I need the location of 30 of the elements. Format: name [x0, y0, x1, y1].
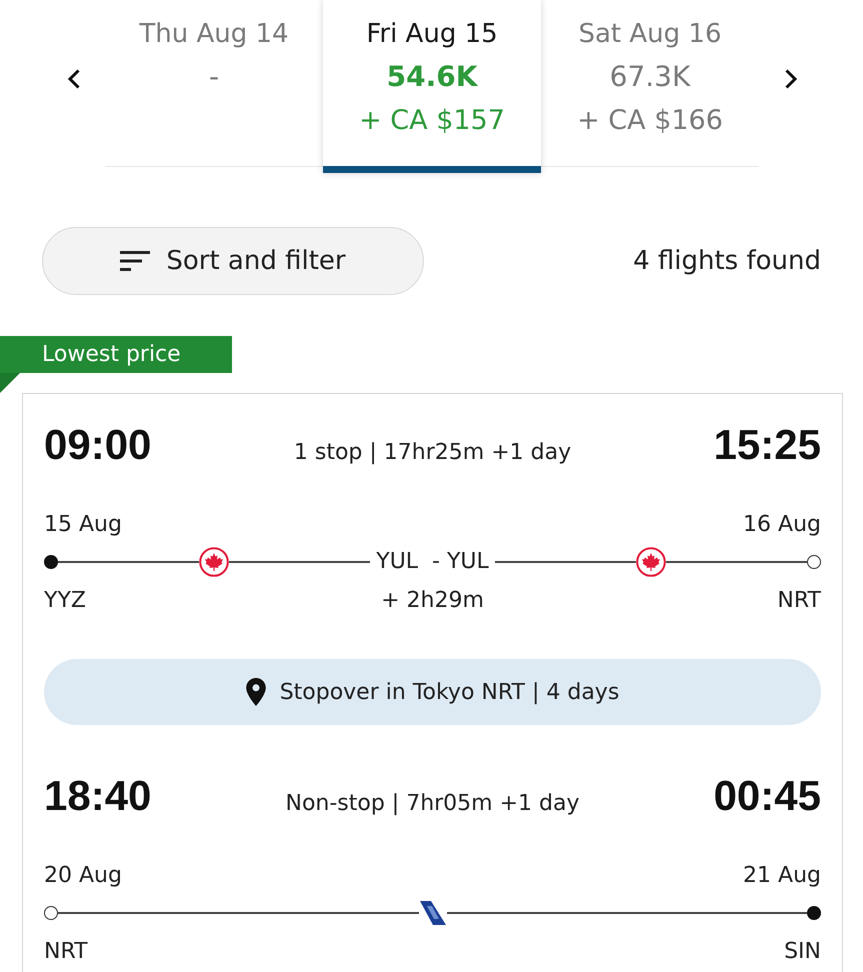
destination-code: SIN — [784, 938, 821, 966]
chevron-left-icon — [68, 69, 80, 89]
sort-icon — [120, 251, 150, 271]
arrival-time: 00:45 — [714, 771, 821, 821]
departure-date: 15 Aug — [44, 511, 122, 539]
origin-code: YYZ — [44, 587, 86, 615]
flight-summary: Non-stop | 7hr05m +1 day — [285, 791, 580, 816]
result-count: 4 flights found — [633, 246, 821, 276]
departure-time: 18:40 — [44, 771, 152, 821]
flight-summary: 1 stop | 17hr25m +1 day — [294, 440, 572, 465]
origin-code: NRT — [44, 938, 88, 966]
departure-date: 20 Aug — [44, 862, 122, 890]
connection-airports: YUL - YUL — [375, 548, 490, 576]
date-tab[interactable]: Fri Aug 15 54.6K + CA $157 — [323, 0, 541, 173]
location-pin-icon — [246, 678, 266, 706]
arrival-date: 16 Aug — [743, 511, 821, 539]
departure-time: 09:00 — [44, 420, 152, 470]
arrival-date: 21 Aug — [743, 862, 821, 890]
destination-code: NRT — [777, 587, 821, 615]
maple-leaf-logo-icon — [199, 547, 230, 577]
chevron-right-icon — [784, 69, 796, 89]
stopover-text: Stopover in Tokyo NRT | 4 days — [280, 680, 620, 704]
lowest-price-ribbon: Lowest price — [0, 336, 232, 373]
date-tab[interactable]: Sat Aug 16 67.3K + CA $166 — [541, 0, 759, 167]
arrival-time: 15:25 — [714, 420, 821, 470]
layover-time: + 2h29m — [381, 587, 484, 615]
maple-leaf-logo-icon — [636, 547, 666, 577]
tail-fin-icon — [418, 900, 446, 926]
ribbon-fold-icon — [0, 373, 20, 393]
sort-and-filter-button[interactable]: Sort and filter — [42, 227, 424, 295]
